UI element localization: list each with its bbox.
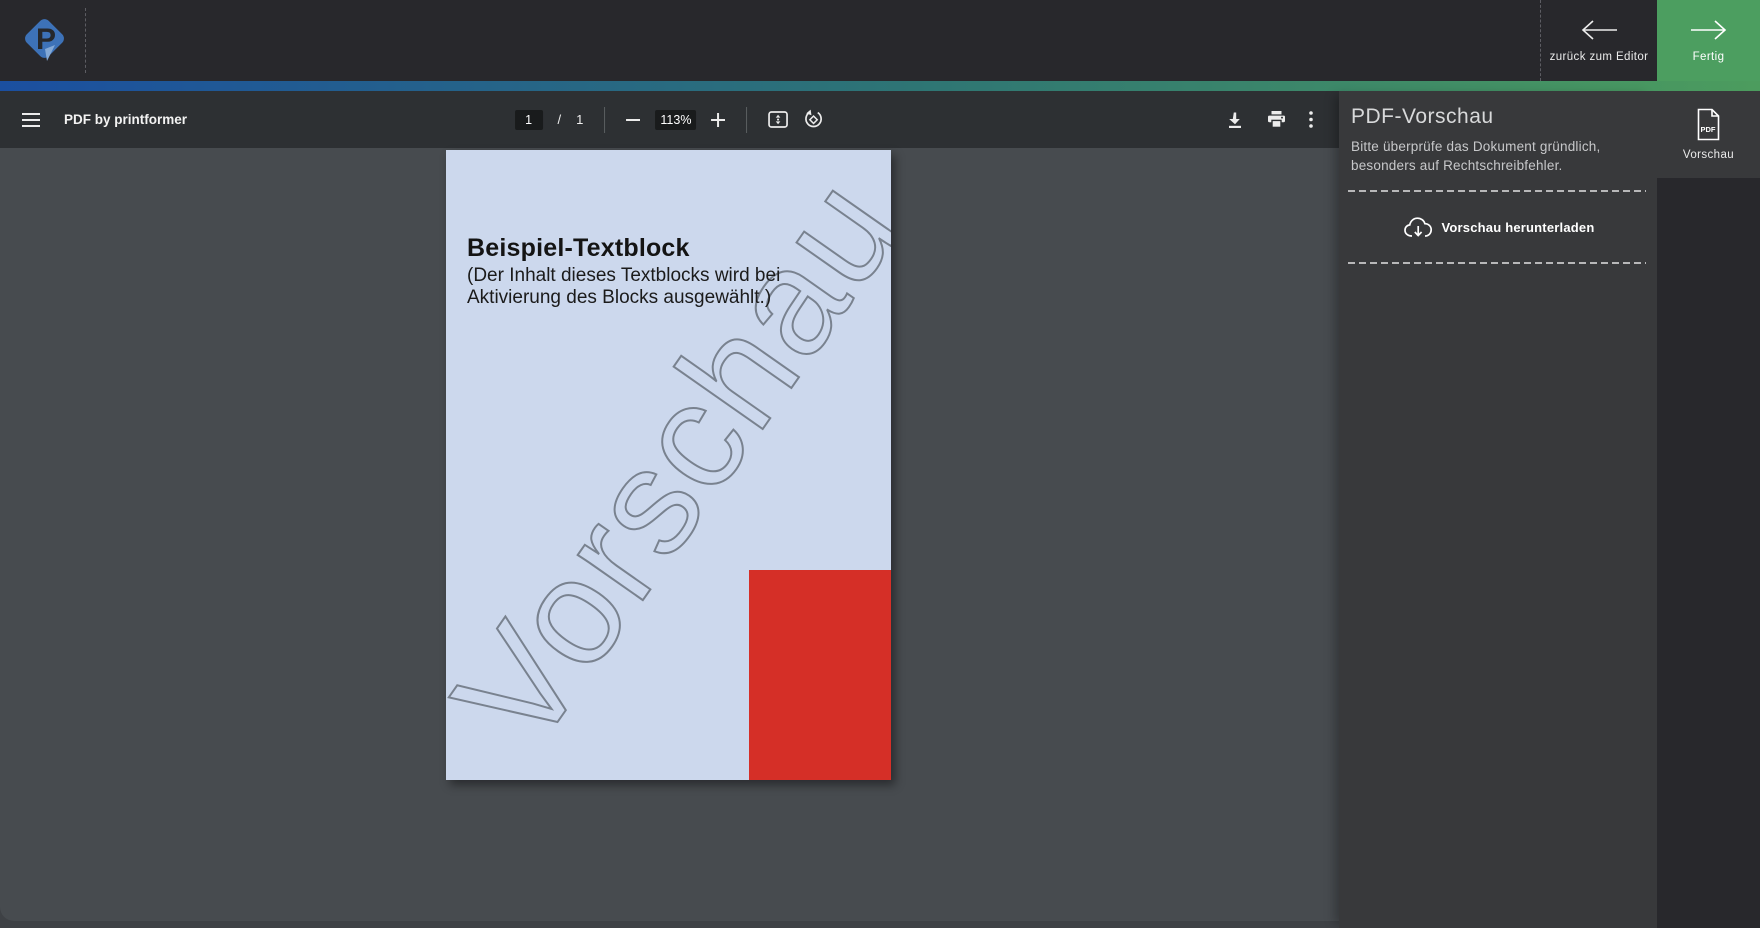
rotate-counterclockwise-icon[interactable] — [803, 109, 824, 130]
zoom-level-value[interactable]: 113% — [655, 110, 696, 130]
fit-to-page-icon[interactable] — [768, 111, 788, 128]
document-heading: Beispiel-Textblock — [467, 234, 690, 263]
pdf-icon-text: PDF — [1701, 125, 1716, 134]
back-to-editor-button[interactable]: zurück zum Editor — [1540, 0, 1657, 81]
done-button[interactable]: Fertig — [1657, 0, 1760, 81]
download-preview-label: Vorschau herunterladen — [1442, 220, 1595, 235]
arrow-left-icon — [1579, 18, 1619, 42]
printformer-pdf-preview-screen: { "topbar": { "back_label": "zurück zum … — [0, 0, 1760, 928]
download-icon[interactable] — [1226, 111, 1244, 129]
toolbar-separator — [746, 107, 747, 133]
sidebar-subtitle: Bitte überprüfe das Dokument gründlich, … — [1351, 137, 1651, 175]
zoom-out-icon[interactable] — [626, 113, 640, 127]
tab-vorschau-label: Vorschau — [1683, 149, 1734, 161]
top-bar: P zurück zum Editor Fertig — [0, 0, 1760, 81]
pdf-preview-sidebar: PDF-Vorschau Bitte überprüfe das Dokumen… — [1339, 91, 1657, 928]
tab-vorschau[interactable]: PDF Vorschau — [1657, 91, 1760, 178]
cloud-download-icon — [1402, 214, 1435, 241]
sidebar-title: PDF-Vorschau — [1351, 105, 1657, 129]
pdf-page: Vorschau Beispiel-Textblock (Der Inhalt … — [446, 150, 891, 780]
red-image-block — [749, 570, 891, 780]
document-body-line2: Aktivierung des Blocks ausgewählt.) — [467, 287, 780, 309]
page-total: 1 — [576, 112, 583, 127]
printformer-logo-icon: P — [16, 11, 72, 69]
pdf-file-icon: PDF — [1695, 108, 1722, 141]
toolbar-separator — [604, 107, 605, 133]
document-body-text: (Der Inhalt dieses Textblocks wird bei A… — [467, 265, 780, 309]
done-label: Fertig — [1693, 51, 1725, 63]
more-options-kebab-icon[interactable] — [1309, 111, 1313, 128]
zoom-in-icon[interactable] — [711, 113, 725, 127]
arrow-right-icon — [1689, 18, 1729, 42]
svg-text:P: P — [36, 23, 56, 56]
download-preview-button[interactable]: Vorschau herunterladen — [1339, 192, 1657, 262]
back-to-editor-label: zurück zum Editor — [1550, 51, 1649, 63]
right-tab-strip: PDF Vorschau — [1657, 91, 1760, 928]
print-icon[interactable] — [1267, 111, 1286, 128]
topbar-divider — [85, 8, 86, 73]
brand-gradient-bar — [0, 81, 1760, 91]
page-separator: / — [558, 112, 562, 127]
pdf-toolbar-title: PDF by printformer — [64, 112, 187, 127]
dashed-divider — [1348, 262, 1646, 264]
pdf-viewer-toolbar: PDF by printformer 1 / 1 113% — [0, 91, 1339, 148]
document-body-line1: (Der Inhalt dieses Textblocks wird bei — [467, 265, 780, 287]
menu-hamburger-icon[interactable] — [22, 113, 40, 127]
page-number-input[interactable]: 1 — [515, 110, 543, 130]
dashed-divider — [1348, 190, 1646, 192]
